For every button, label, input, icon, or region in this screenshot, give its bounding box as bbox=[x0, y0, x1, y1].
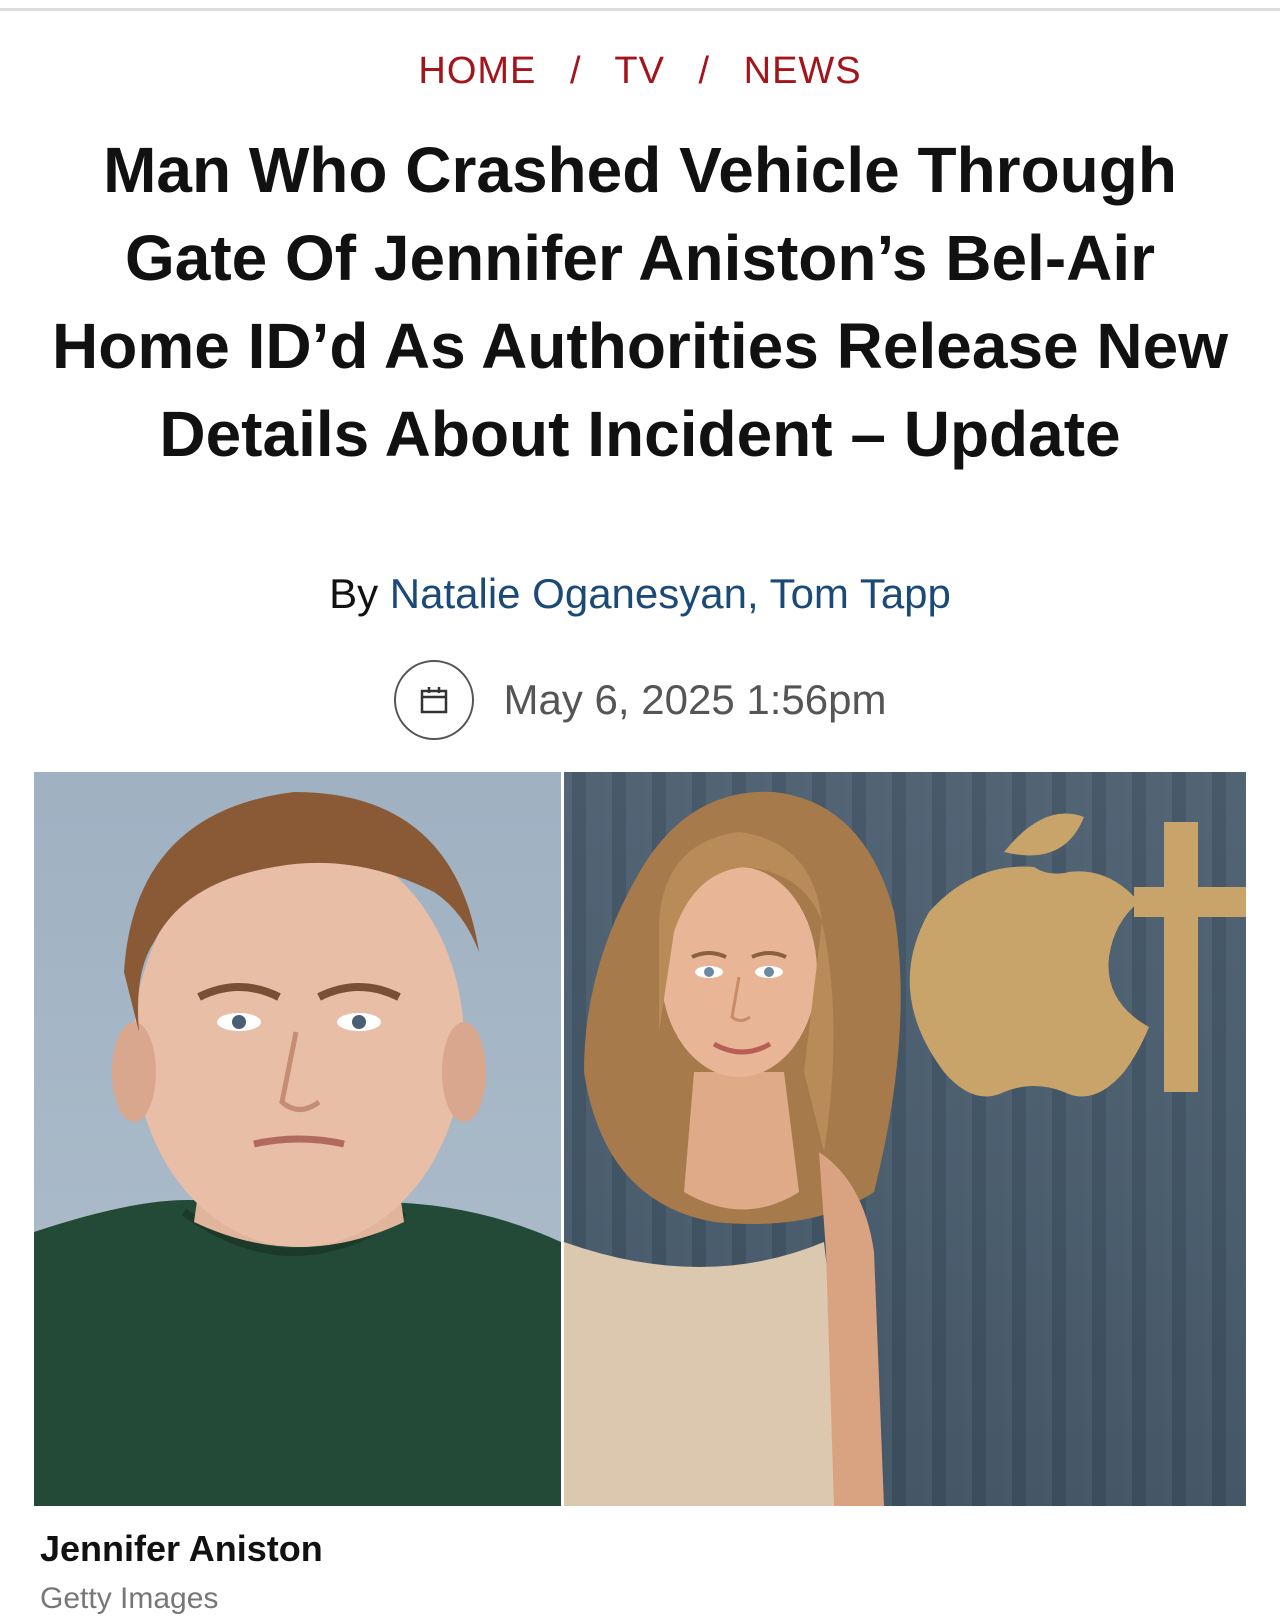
byline-prefix: By bbox=[329, 570, 379, 617]
suspect-photo bbox=[34, 772, 561, 1506]
jennifer-aniston-photo bbox=[564, 772, 1246, 1506]
breadcrumb-news-link[interactable]: NEWS bbox=[744, 50, 862, 92]
top-divider bbox=[0, 8, 1280, 11]
breadcrumb-separator: / bbox=[698, 50, 711, 92]
calendar-icon bbox=[393, 660, 474, 740]
image-credit: Getty Images bbox=[40, 1582, 219, 1615]
image-caption: Jennifer Aniston bbox=[40, 1528, 323, 1569]
breadcrumb-home-link[interactable]: HOME bbox=[418, 50, 536, 92]
breadcrumb: HOME / TV / NEWS bbox=[0, 50, 1280, 93]
article-headline: Man Who Crashed Vehicle Through Gate Of … bbox=[52, 134, 1228, 470]
publish-date-text: May 6, 2025 1:56pm bbox=[503, 676, 887, 723]
author-links[interactable]: Natalie Oganesyan, Tom Tapp bbox=[390, 570, 951, 617]
breadcrumb-tv-link[interactable]: TV bbox=[614, 50, 665, 92]
hero-image[interactable] bbox=[34, 772, 1246, 1506]
publish-date: May 6, 2025 1:56pm bbox=[0, 658, 1280, 742]
byline: By Natalie Oganesyan, Tom Tapp bbox=[0, 570, 1280, 618]
breadcrumb-separator: / bbox=[569, 50, 582, 92]
